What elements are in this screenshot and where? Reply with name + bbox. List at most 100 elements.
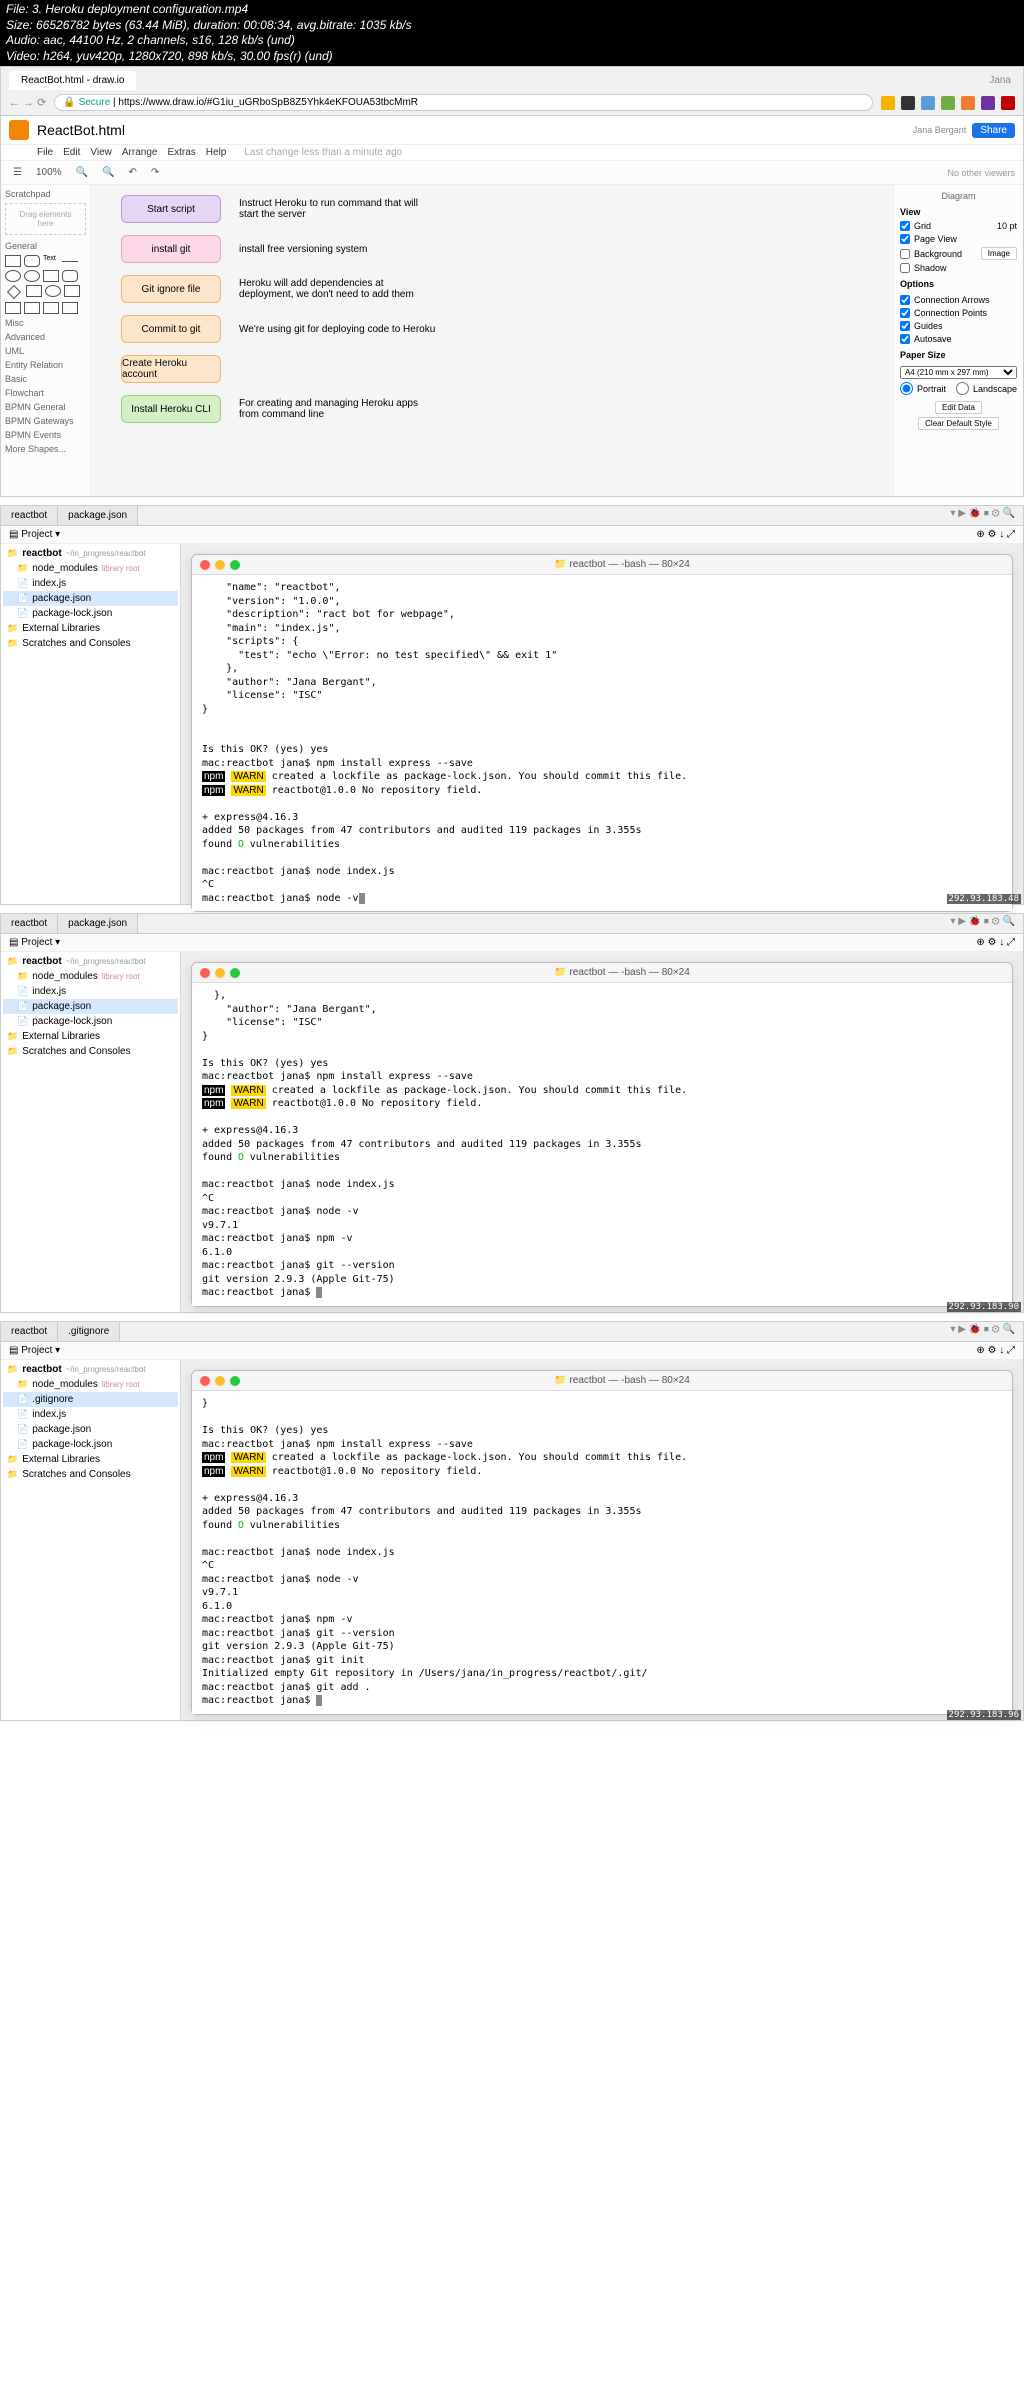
tree-file[interactable]: .gitignore: [3, 1392, 178, 1407]
minimize-icon[interactable]: [215, 560, 225, 570]
terminal-window[interactable]: 📁 reactbot — -bash — 80×24 }, "author": …: [191, 962, 1013, 1307]
ide-panel: reactbot package.json ▾ ▶ 🐞 ⏹ ⚙ 🔍 ▤ Proj…: [0, 505, 1024, 905]
project-tools[interactable]: ⊕ ⚙ ↓ ⤢: [976, 529, 1015, 540]
flow-desc: Instruct Heroku to run command that will…: [239, 198, 439, 220]
flow-node[interactable]: Git ignore file: [121, 275, 221, 303]
timestamp: 292.93.183.96: [947, 1710, 1021, 1720]
breadcrumb[interactable]: package.json: [58, 506, 138, 525]
terminal-output[interactable]: } Is this OK? (yes) yes mac:reactbot jan…: [192, 1391, 1012, 1714]
project-tools[interactable]: ⊕ ⚙ ↓ ⤢: [976, 937, 1015, 948]
user-label: Jana Bergant: [913, 125, 967, 135]
terminal-window[interactable]: 📁 reactbot — -bash — 80×24 "name": "reac…: [191, 554, 1013, 912]
timestamp: 292.93.183.90: [947, 1302, 1021, 1312]
format-panel[interactable]: Diagram View Grid10 pt Page View Backgro…: [893, 185, 1023, 496]
ext-icon[interactable]: [921, 96, 935, 110]
tree-root[interactable]: reactbot ~/in_progress/reactbot: [3, 546, 178, 561]
project-dropdown[interactable]: ▤ Project ▾: [9, 529, 60, 540]
cursor: [316, 1695, 322, 1706]
minimize-icon[interactable]: [215, 1376, 225, 1386]
tree-file[interactable]: package.json: [3, 999, 178, 1014]
minimize-icon[interactable]: [215, 968, 225, 978]
flow-node[interactable]: Start script: [121, 195, 221, 223]
tree-file[interactable]: index.js: [3, 1407, 178, 1422]
ext-icon[interactable]: [941, 96, 955, 110]
tree-section[interactable]: Scratches and Consoles: [3, 1044, 178, 1059]
project-tree[interactable]: reactbot ~/in_progress/reactbot node_mod…: [1, 952, 181, 1312]
drawio-logo: [9, 120, 29, 140]
breadcrumb-tabs: reactbot .gitignore ▾ ▶ 🐞 ⏹ ⚙ 🔍: [1, 1322, 1023, 1342]
cursor: [359, 893, 365, 904]
tree-file[interactable]: package-lock.json: [3, 1437, 178, 1452]
tree-file[interactable]: package.json: [3, 591, 178, 606]
ext-icon[interactable]: [881, 96, 895, 110]
project-tree[interactable]: reactbot ~/in_progress/reactbot node_mod…: [1, 544, 181, 904]
project-dropdown[interactable]: ▤ Project ▾: [9, 937, 60, 948]
video-info-overlay: File: 3. Heroku deployment configuration…: [0, 0, 1024, 66]
tree-file[interactable]: index.js: [3, 576, 178, 591]
tree-folder[interactable]: node_modules library root: [3, 1377, 178, 1392]
tree-file[interactable]: package.json: [3, 1422, 178, 1437]
ext-icon[interactable]: [901, 96, 915, 110]
terminal-window[interactable]: 📁 reactbot — -bash — 80×24 } Is this OK?…: [191, 1370, 1013, 1715]
browser-chrome: ReactBot.html - draw.io Jana ← → ⟳ 🔒 Sec…: [1, 67, 1023, 116]
panel-drawio: ReactBot.html - draw.io Jana ← → ⟳ 🔒 Sec…: [0, 66, 1024, 497]
browser-user: Jana: [985, 71, 1015, 90]
tree-file[interactable]: package-lock.json: [3, 1014, 178, 1029]
project-tree[interactable]: reactbot ~/in_progress/reactbot node_mod…: [1, 1360, 181, 1720]
canvas[interactable]: Start script Instruct Heroku to run comma…: [91, 185, 893, 496]
tree-section[interactable]: Scratches and Consoles: [3, 636, 178, 651]
maximize-icon[interactable]: [230, 560, 240, 570]
flow-node[interactable]: Commit to git: [121, 315, 221, 343]
flow-desc: Heroku will add dependencies at deployme…: [239, 278, 439, 300]
project-dropdown[interactable]: ▤ Project ▾: [9, 1345, 60, 1356]
close-icon[interactable]: [200, 1376, 210, 1386]
flow-node[interactable]: Install Heroku CLI: [121, 395, 221, 423]
flow-desc: We're using git for deploying code to He…: [239, 324, 435, 335]
share-button[interactable]: Share: [972, 123, 1015, 138]
flow-node[interactable]: Create Heroku account: [121, 355, 221, 383]
ext-icon[interactable]: [981, 96, 995, 110]
tree-section[interactable]: External Libraries: [3, 621, 178, 636]
tree-file[interactable]: index.js: [3, 984, 178, 999]
project-tools[interactable]: ⊕ ⚙ ↓ ⤢: [976, 1345, 1015, 1356]
browser-tab[interactable]: ReactBot.html - draw.io: [9, 71, 136, 90]
maximize-icon[interactable]: [230, 1376, 240, 1386]
tree-root[interactable]: reactbot ~/in_progress/reactbot: [3, 1362, 178, 1377]
close-icon[interactable]: [200, 968, 210, 978]
breadcrumb[interactable]: package.json: [58, 914, 138, 933]
breadcrumb[interactable]: .gitignore: [58, 1322, 120, 1341]
terminal-output[interactable]: "name": "reactbot", "version": "1.0.0", …: [192, 575, 1012, 911]
cursor: [316, 1287, 322, 1298]
tree-folder[interactable]: node_modules library root: [3, 561, 178, 576]
doc-title[interactable]: ReactBot.html: [37, 122, 125, 138]
tree-file[interactable]: package-lock.json: [3, 606, 178, 621]
tree-folder[interactable]: node_modules library root: [3, 969, 178, 984]
tree-section[interactable]: External Libraries: [3, 1029, 178, 1044]
breadcrumb[interactable]: reactbot: [1, 1322, 58, 1341]
terminal-title: 📁 reactbot — -bash — 80×24: [240, 967, 1004, 978]
shapes-panel[interactable]: Scratchpad Drag elements here General Te…: [1, 185, 91, 496]
tree-section[interactable]: External Libraries: [3, 1452, 178, 1467]
flow-desc: install free versioning system: [239, 244, 367, 255]
tree-root[interactable]: reactbot ~/in_progress/reactbot: [3, 954, 178, 969]
close-icon[interactable]: [200, 560, 210, 570]
run-controls[interactable]: ▾ ▶ 🐞 ⏹ ⚙ 🔍: [942, 1322, 1023, 1341]
editor-area: 📁 reactbot — -bash — 80×24 }, "author": …: [181, 952, 1023, 1312]
ide-panel: reactbot .gitignore ▾ ▶ 🐞 ⏹ ⚙ 🔍 ▤ Projec…: [0, 1321, 1024, 1721]
ext-icon[interactable]: [1001, 96, 1015, 110]
terminal-output[interactable]: }, "author": "Jana Bergant", "license": …: [192, 983, 1012, 1306]
tree-section[interactable]: Scratches and Consoles: [3, 1467, 178, 1482]
terminal-title: 📁 reactbot — -bash — 80×24: [240, 559, 1004, 570]
run-controls[interactable]: ▾ ▶ 🐞 ⏹ ⚙ 🔍: [942, 506, 1023, 525]
menu-bar[interactable]: FileEditViewArrangeExtrasHelp Last chang…: [1, 145, 1023, 160]
url-bar[interactable]: 🔒 Secure | https://www.draw.io/#G1iu_uGR…: [54, 94, 873, 111]
toolbar[interactable]: ☰100%🔍🔍 ↶↷ No other viewers: [1, 160, 1023, 185]
editor-area: 📁 reactbot — -bash — 80×24 "name": "reac…: [181, 544, 1023, 904]
run-controls[interactable]: ▾ ▶ 🐞 ⏹ ⚙ 🔍: [942, 914, 1023, 933]
ext-icon[interactable]: [961, 96, 975, 110]
browser-nav[interactable]: ← → ⟳: [9, 96, 46, 109]
maximize-icon[interactable]: [230, 968, 240, 978]
flow-node[interactable]: install git: [121, 235, 221, 263]
breadcrumb[interactable]: reactbot: [1, 506, 58, 525]
breadcrumb[interactable]: reactbot: [1, 914, 58, 933]
